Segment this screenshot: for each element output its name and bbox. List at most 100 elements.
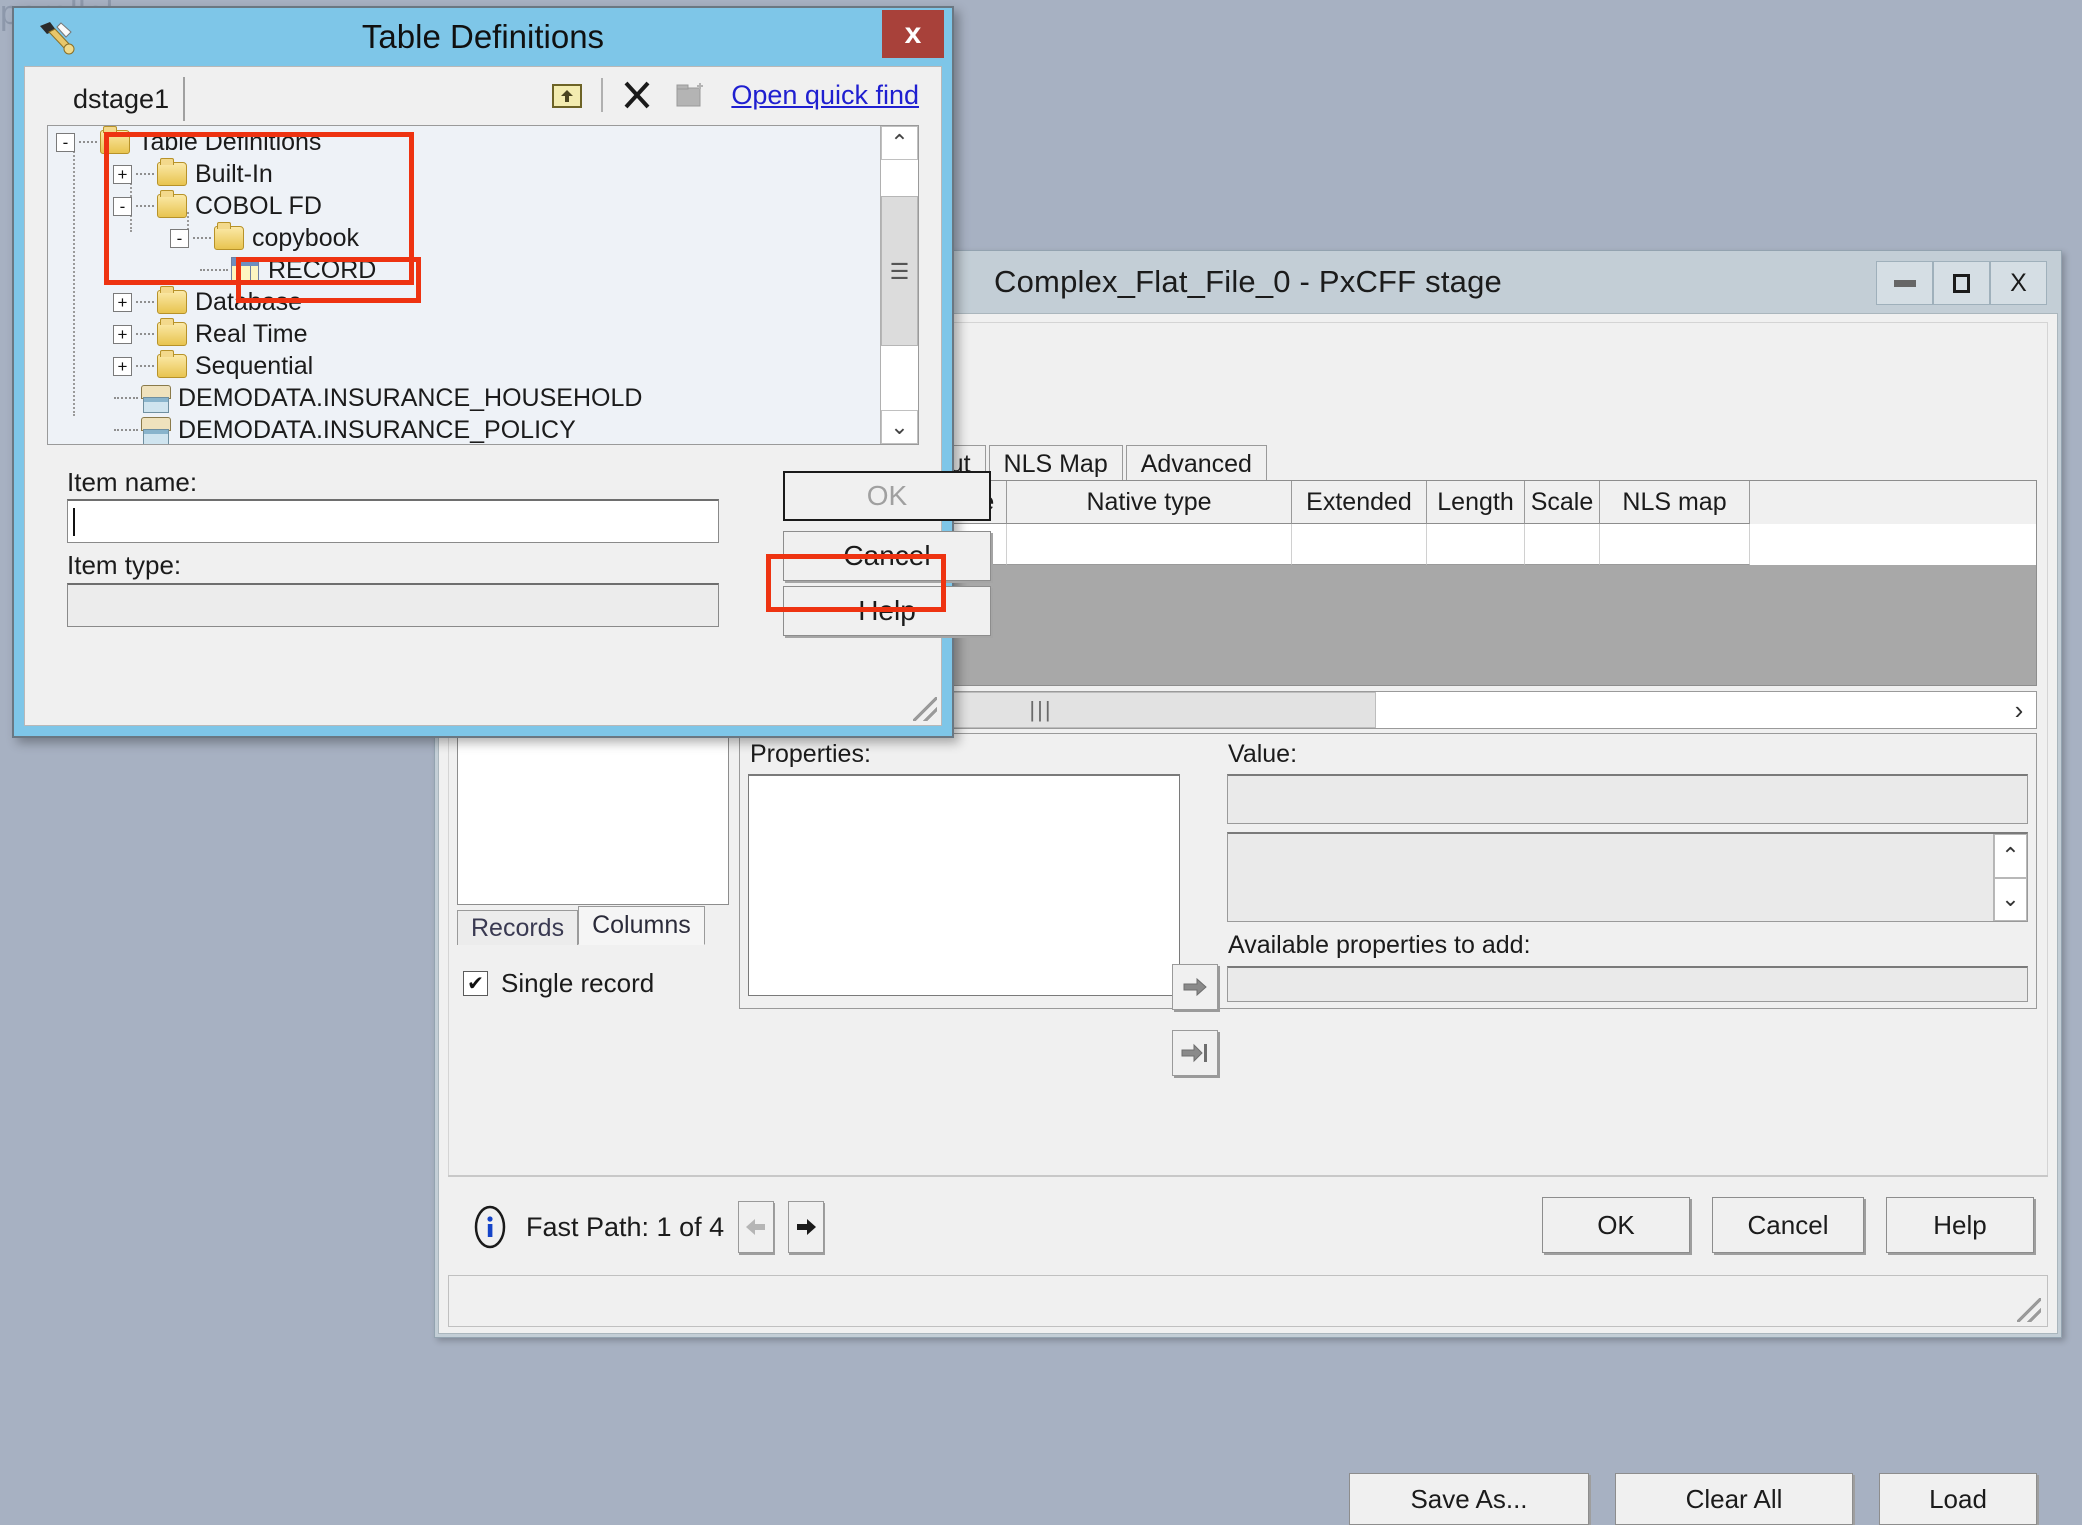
pxcff-cancel-button[interactable]: Cancel — [1712, 1197, 1864, 1253]
table-definitions-dialog: Table Definitions x dstage1 Open quick f… — [12, 6, 991, 738]
minimize-button[interactable] — [1876, 261, 1933, 305]
folder-icon — [100, 126, 130, 154]
tree-item-cobol-fd[interactable]: - COBOL FD — [48, 190, 918, 222]
table-definitions-help-button[interactable]: Help — [783, 586, 991, 636]
folder-icon — [157, 318, 187, 346]
tree-item-demodata-insurance-policy[interactable]: DEMODATA.INSURANCE_POLICY — [48, 414, 918, 444]
hammer-wrench-icon — [40, 22, 75, 55]
column-header-scale[interactable]: Scale — [1525, 481, 1600, 524]
column-header-extended[interactable]: Extended — [1292, 481, 1427, 524]
add-property-button[interactable] — [1172, 964, 1218, 1010]
spinner-down-icon[interactable]: ⌄ — [1994, 877, 2027, 921]
tree-vertical-scrollbar[interactable]: ⌃ ☰ ⌄ — [880, 126, 918, 444]
new-folder-button[interactable] — [671, 75, 711, 115]
tree-item-label: COBOL FD — [195, 191, 322, 220]
fast-path-next-button[interactable] — [788, 1201, 825, 1253]
table-definitions-cancel-button[interactable]: Cancel — [783, 531, 991, 581]
properties-listbox[interactable] — [748, 774, 1180, 996]
delete-button[interactable] — [617, 75, 657, 115]
item-type-input[interactable] — [67, 583, 719, 627]
scrollbar-track-bottom[interactable] — [881, 346, 918, 410]
resize-grip-icon[interactable] — [2017, 1298, 2041, 1322]
tree-dash-icon — [136, 365, 154, 367]
add-all-properties-button[interactable] — [1172, 1030, 1218, 1076]
arrow-right-to-bar-icon — [1181, 1043, 1207, 1063]
close-button[interactable]: X — [1990, 261, 2047, 305]
tree-item-table-definitions[interactable]: - Table Definitions — [48, 126, 918, 158]
pxcff-ok-button[interactable]: OK — [1542, 1197, 1690, 1253]
cell-length[interactable] — [1427, 524, 1525, 565]
value-input[interactable] — [1227, 774, 2028, 824]
open-quick-find-link[interactable]: Open quick find — [731, 80, 919, 111]
tree-toggle-icon[interactable]: + — [113, 292, 132, 312]
table-definitions-tree[interactable]: - Table Definitions + Built-In - COBOL F… — [47, 125, 919, 445]
table-definitions-close-button[interactable]: x — [882, 10, 944, 58]
tab-columns-left[interactable]: Columns — [578, 906, 705, 945]
available-properties-label: Available properties to add: — [1228, 931, 1531, 959]
folder-icon — [157, 158, 187, 186]
tree-toggle-icon[interactable]: - — [56, 132, 75, 152]
tree-item-record[interactable]: RECORD — [48, 254, 918, 286]
fast-path-prev-button[interactable] — [738, 1201, 775, 1253]
tree-item-label: Database — [195, 287, 303, 316]
pxcff-status-bar — [448, 1275, 2048, 1327]
tree-toggle-icon[interactable]: + — [113, 324, 132, 344]
maximize-icon — [1953, 273, 1970, 293]
tree-item-sequential[interactable]: + Sequential — [48, 350, 918, 382]
tree-item-built-in[interactable]: + Built-In — [48, 158, 918, 190]
tab-nls-map[interactable]: NLS Map — [988, 445, 1123, 481]
fast-path-group: Fast Path: 1 of 4 — [468, 1201, 825, 1253]
arrow-left-icon — [746, 1219, 766, 1235]
single-record-checkbox[interactable]: ✔ — [463, 971, 488, 996]
tree-toggle-icon[interactable]: + — [113, 164, 132, 184]
clear-all-button[interactable]: Clear All — [1615, 1473, 1853, 1525]
window-controls: X — [1876, 261, 2047, 305]
scroll-down-icon[interactable]: ⌄ — [881, 410, 918, 444]
cell-scale[interactable] — [1525, 524, 1600, 565]
pxcff-help-button[interactable]: Help — [1886, 1197, 2034, 1253]
column-header-nls-map[interactable]: NLS map — [1600, 481, 1750, 524]
tree-item-database[interactable]: + Database — [48, 286, 918, 318]
scroll-right-icon[interactable]: › — [2002, 692, 2036, 728]
spinner-up-icon[interactable]: ⌃ — [1994, 834, 2027, 878]
value-multiline-input[interactable]: ⌃ ⌄ — [1227, 832, 2028, 922]
up-one-level-button[interactable] — [547, 75, 587, 115]
tree-item-label: Sequential — [195, 351, 314, 380]
item-name-input[interactable] — [67, 499, 719, 543]
dialog-resize-grip-icon[interactable] — [913, 697, 937, 721]
folder-icon — [157, 286, 187, 314]
scroll-up-icon[interactable]: ⌃ — [881, 126, 918, 160]
text-caret — [73, 507, 75, 536]
load-button[interactable]: Load — [1879, 1473, 2037, 1525]
save-as-button[interactable]: Save As... — [1349, 1473, 1589, 1525]
scrollbar-track[interactable] — [1376, 692, 2002, 728]
tab-dstage1[interactable]: dstage1 — [59, 77, 186, 121]
maximize-button[interactable] — [1933, 261, 1990, 305]
arrow-right-icon — [1183, 977, 1207, 997]
single-record-row[interactable]: ✔ Single record — [463, 968, 654, 999]
scrollbar-thumb[interactable]: ☰ — [881, 196, 918, 346]
item-type-label: Item type: — [67, 550, 182, 580]
available-properties-listbox[interactable] — [1227, 966, 2028, 1002]
tree-toggle-icon[interactable]: - — [113, 196, 132, 216]
cell-nls-map[interactable] — [1600, 524, 1750, 565]
tree-toggle-icon[interactable]: - — [170, 228, 189, 248]
cell-extended[interactable] — [1292, 524, 1427, 565]
table-icon — [231, 257, 259, 283]
tree-item-real-time[interactable]: + Real Time — [48, 318, 918, 350]
value-spinner[interactable]: ⌃ ⌄ — [1993, 834, 2027, 921]
cell-native-type[interactable] — [1007, 524, 1292, 565]
tab-advanced[interactable]: Advanced — [1125, 445, 1267, 481]
tree-item-demodata-insurance-household[interactable]: DEMODATA.INSURANCE_HOUSEHOLD — [48, 382, 918, 414]
column-header-length[interactable]: Length — [1427, 481, 1525, 524]
item-name-label: Item name: — [67, 467, 198, 497]
tree-item-copybook[interactable]: - copybook — [48, 222, 918, 254]
tree-dash-icon — [200, 269, 228, 271]
tree-toggle-icon[interactable]: + — [113, 356, 132, 376]
table-definitions-titlebar: Table Definitions x — [14, 8, 952, 66]
tree-dash-icon — [193, 237, 211, 239]
tab-records-left[interactable]: Records — [457, 910, 579, 945]
scrollbar-track-top[interactable] — [881, 160, 918, 196]
table-definitions-ok-button[interactable]: OK — [783, 471, 991, 521]
column-header-native-type[interactable]: Native type — [1007, 481, 1292, 524]
